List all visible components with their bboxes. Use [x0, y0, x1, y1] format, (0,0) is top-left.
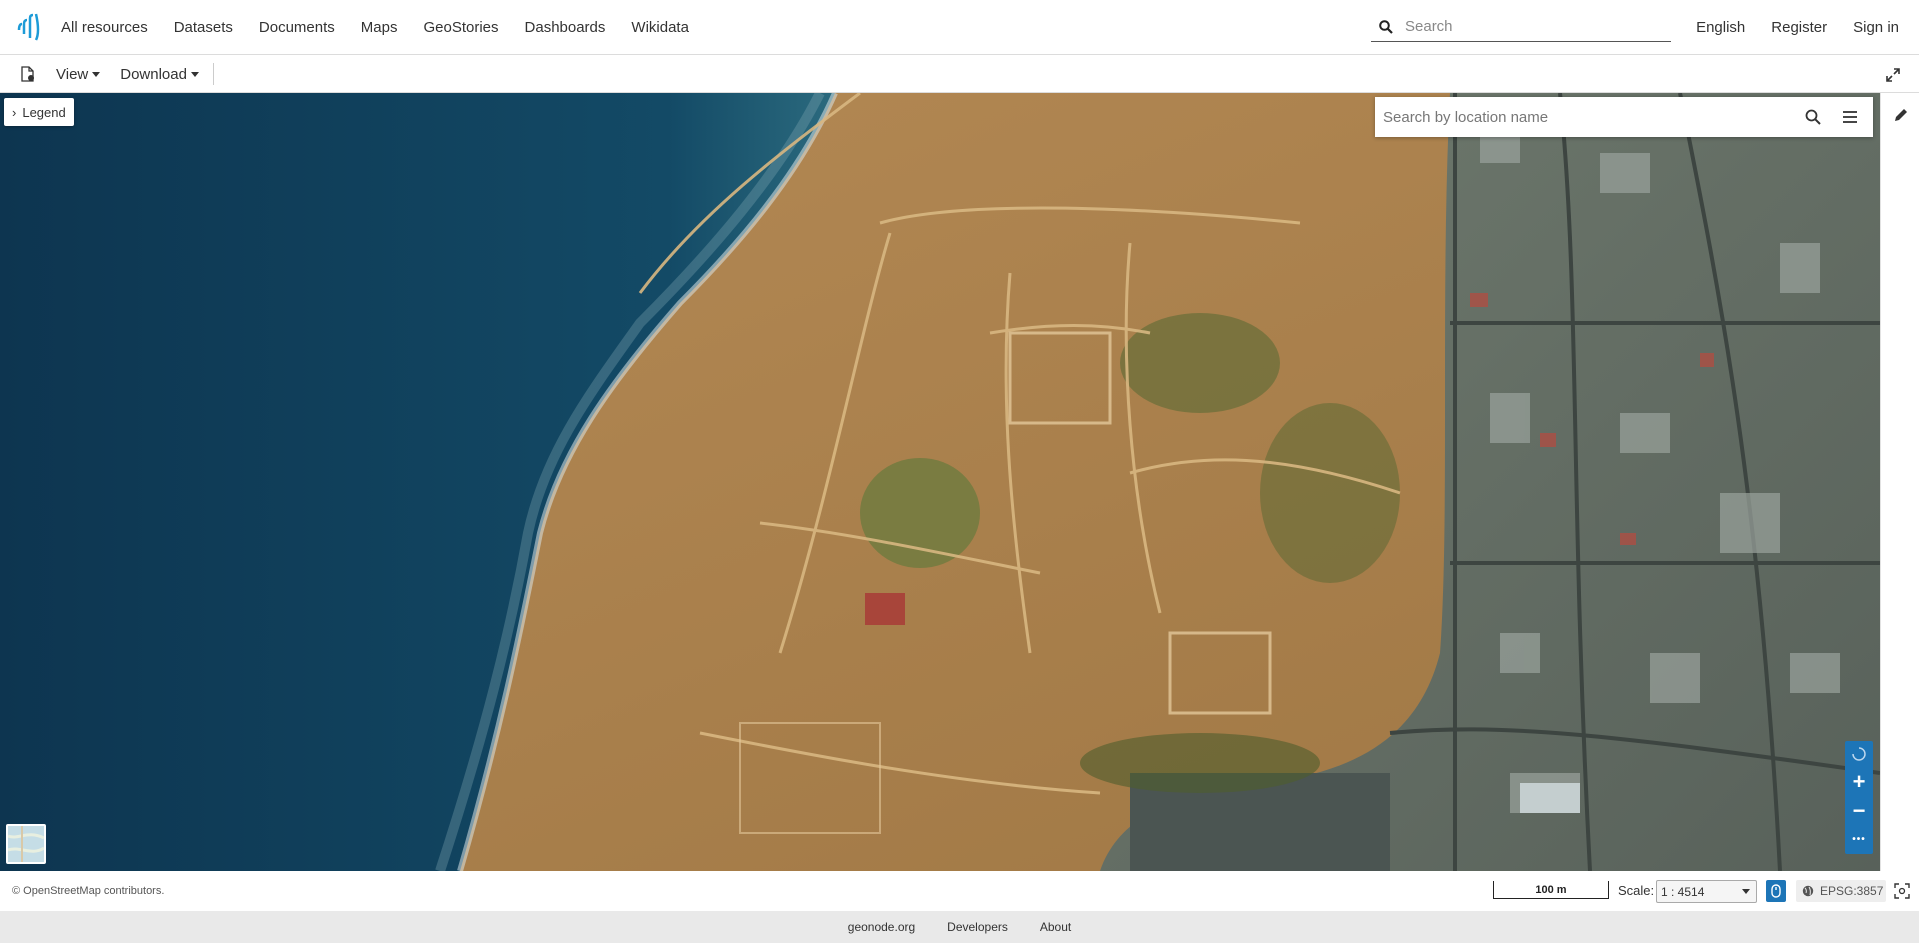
menu-icon[interactable] — [1842, 109, 1858, 125]
footer-link-about[interactable]: About — [1040, 920, 1071, 934]
globe-icon — [1802, 885, 1814, 897]
basemap-thumbnail-icon — [8, 826, 44, 862]
mouse-position-button[interactable] — [1766, 880, 1786, 902]
nav-geostories[interactable]: GeoStories — [423, 19, 498, 36]
nav-documents[interactable]: Documents — [259, 19, 335, 36]
footer-link-developers[interactable]: Developers — [947, 920, 1008, 934]
footer-link-geonode[interactable]: geonode.org — [848, 920, 915, 934]
global-search — [1371, 12, 1671, 42]
crs-selector[interactable]: EPSG:3857 — [1796, 880, 1886, 902]
loading-spinner-icon — [1845, 741, 1873, 767]
language-selector[interactable]: English — [1696, 19, 1745, 36]
global-search-input[interactable] — [1405, 18, 1655, 35]
chevron-right-icon: › — [12, 104, 17, 120]
legend-label: Legend — [22, 104, 66, 120]
scale-bar: 100 m — [1493, 881, 1609, 899]
geonode-logo[interactable] — [13, 11, 45, 43]
basemap-switcher[interactable] — [6, 824, 46, 864]
zoom-to-extent-icon[interactable] — [1894, 883, 1910, 899]
chevron-down-icon — [190, 71, 199, 77]
nav-dashboards[interactable]: Dashboards — [525, 19, 606, 36]
satellite-imagery — [0, 93, 1880, 871]
register-link[interactable]: Register — [1771, 19, 1827, 36]
nav-datasets[interactable]: Datasets — [174, 19, 233, 36]
scale-dropdown[interactable]: 1 : 4514 — [1656, 880, 1757, 903]
view-menu-label: View — [56, 65, 89, 83]
scale-value: 1 : 4514 — [1661, 884, 1705, 899]
view-menu-button[interactable]: View — [56, 65, 101, 83]
resource-toolbar: View Download — [0, 56, 1919, 93]
crs-value: EPSG:3857 — [1820, 884, 1884, 898]
chevron-down-icon — [1742, 889, 1750, 894]
map-attribution: © OpenStreetMap contributors. — [12, 885, 165, 897]
download-menu-button[interactable]: Download — [120, 66, 199, 83]
zoom-in-button[interactable]: + — [1845, 767, 1873, 796]
search-icon[interactable] — [1379, 19, 1393, 34]
download-menu-label: Download — [120, 65, 187, 83]
nav-wikidata[interactable]: Wikidata — [631, 19, 689, 36]
legend-toggle-button[interactable]: › Legend — [4, 98, 74, 126]
nav-maps[interactable]: Maps — [361, 19, 398, 36]
resource-info-icon[interactable] — [20, 66, 36, 82]
location-search-input[interactable] — [1383, 108, 1783, 126]
sign-in-link[interactable]: Sign in — [1853, 19, 1899, 36]
chevron-down-icon — [92, 71, 101, 77]
main-nav: All resources Datasets Documents Maps Ge… — [61, 19, 715, 36]
nav-all-resources[interactable]: All resources — [61, 19, 148, 36]
zoom-controls: + − ••• — [1845, 741, 1873, 854]
fullscreen-icon[interactable] — [1885, 67, 1901, 83]
more-tools-button[interactable]: ••• — [1845, 825, 1873, 854]
map-viewport[interactable]: › Legend + − ••• — [0, 93, 1880, 871]
zoom-out-button[interactable]: − — [1845, 796, 1873, 825]
search-icon[interactable] — [1805, 109, 1821, 125]
map-statusbar: © OpenStreetMap contributors. 100 m Scal… — [0, 871, 1919, 911]
page-footer: geonode.org Developers About — [0, 911, 1919, 943]
mouse-icon — [1771, 884, 1781, 898]
side-tools-strip — [1880, 93, 1919, 871]
toolbar-divider — [212, 63, 214, 85]
pencil-icon[interactable] — [1893, 107, 1909, 123]
location-search — [1375, 97, 1873, 137]
scale-label: Scale: — [1618, 883, 1655, 898]
top-navbar: All resources Datasets Documents Maps Ge… — [0, 0, 1919, 55]
